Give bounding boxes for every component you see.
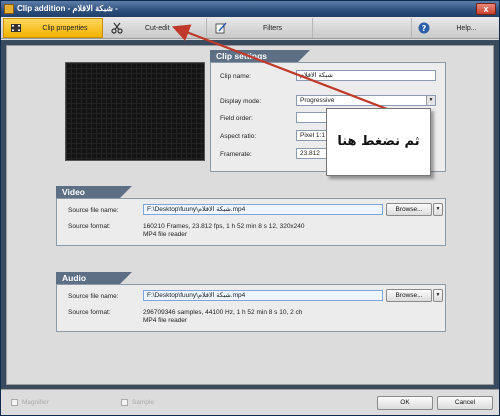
chevron-down-icon: ▼ [435,292,441,298]
window-title: Clip addition - شبكة الاقلام - [17,4,118,13]
magnifier-checkbox[interactable]: Magnifier [11,399,49,406]
tab-label: Cut-edit [145,24,170,32]
sample-checkbox[interactable]: Sample [121,399,154,406]
chevron-down-icon: ▼ [435,206,441,212]
checkbox-box [11,399,18,406]
audio-header: Audio [56,272,132,284]
help-icon: ? [418,22,430,34]
clip-name-label: Clip name: [220,73,252,80]
display-mode-label: Display mode: [220,98,262,105]
title-bar[interactable]: Clip addition - شبكة الاقلام - x [1,1,499,17]
audio-source-format-label: Source format: [68,309,111,316]
clip-addition-window: Clip addition - شبكة الاقلام - x Clip pr… [0,0,500,416]
framerate-label: Framerate: [220,151,252,158]
video-browse-dropdown[interactable]: ▼ [433,203,443,216]
checkbox-label: Sample [132,399,155,406]
properties-panel: Clip settings Clip name: شبكة الاقلام Di… [6,45,494,385]
audio-source-file-input[interactable]: F:\Desktop\fuuny\شبكة الاقلام.mp4 [143,290,383,301]
display-mode-value: Progressive [300,97,335,104]
video-source-file-input[interactable]: F:\Desktop\fuuny\شبكة الاقلام.mp4 [143,204,383,215]
tab-label: Clip properties [42,24,88,32]
tab-label: Filters [262,24,283,32]
checkbox-label: Magnifier [22,399,49,406]
tab-label: Help... [456,24,477,32]
app-icon [4,4,14,14]
audio-source-file-label: Source file name: [68,293,119,300]
audio-browse-button[interactable]: Browse... [386,289,432,302]
video-header: Video [56,186,132,198]
tab-cut-edit[interactable]: Cut-edit [105,18,207,38]
video-preview [65,62,205,161]
audio-format-info: 296709346 samples, 44100 Hz, 1 h 52 min … [143,309,303,316]
video-format-info: 160210 Frames, 23.812 fps, 1 h 52 min 8 … [143,223,305,230]
cancel-button[interactable]: Cancel [437,396,493,410]
tab-bar: Clip properties Cut-edit Filters ? Help.… [1,17,499,39]
chevron-down-icon: ▼ [426,96,435,105]
field-order-label: Field order: [220,115,253,122]
main-area: Clip settings Clip name: شبكة الاقلام Di… [1,40,499,389]
pen-icon [215,22,227,34]
audio-format-reader: MP4 file reader [143,317,188,324]
display-mode-select[interactable]: Progressive ▼ [296,95,436,106]
audio-browse-dropdown[interactable]: ▼ [433,289,443,302]
video-source-file-label: Source file name: [68,207,119,214]
tab-help[interactable]: ? Help... [411,18,497,38]
annotation-callout: ثم نضغط هنا [326,108,431,176]
video-group: Source file name: F:\Desktop\fuuny\شبكة … [56,198,446,246]
audio-group: Source file name: F:\Desktop\fuuny\شبكة … [56,284,446,332]
tab-clip-properties[interactable]: Clip properties [3,18,103,38]
video-source-format-label: Source format: [68,223,111,230]
video-format-reader: MP4 file reader [143,231,188,238]
svg-text:?: ? [422,24,427,33]
close-button[interactable]: x [476,3,496,15]
ok-button[interactable]: OK [377,396,433,410]
scissors-icon [111,22,123,34]
clip-settings-header: Clip settings [210,50,310,62]
film-icon [10,22,22,34]
checkbox-box [121,399,128,406]
footer-bar: Magnifier Sample OK Cancel [1,389,499,415]
clip-name-input[interactable]: شبكة الاقلام [296,70,436,81]
aspect-ratio-label: Aspect ratio: [220,133,257,140]
tab-filters[interactable]: Filters [209,18,313,38]
video-browse-button[interactable]: Browse... [386,203,432,216]
